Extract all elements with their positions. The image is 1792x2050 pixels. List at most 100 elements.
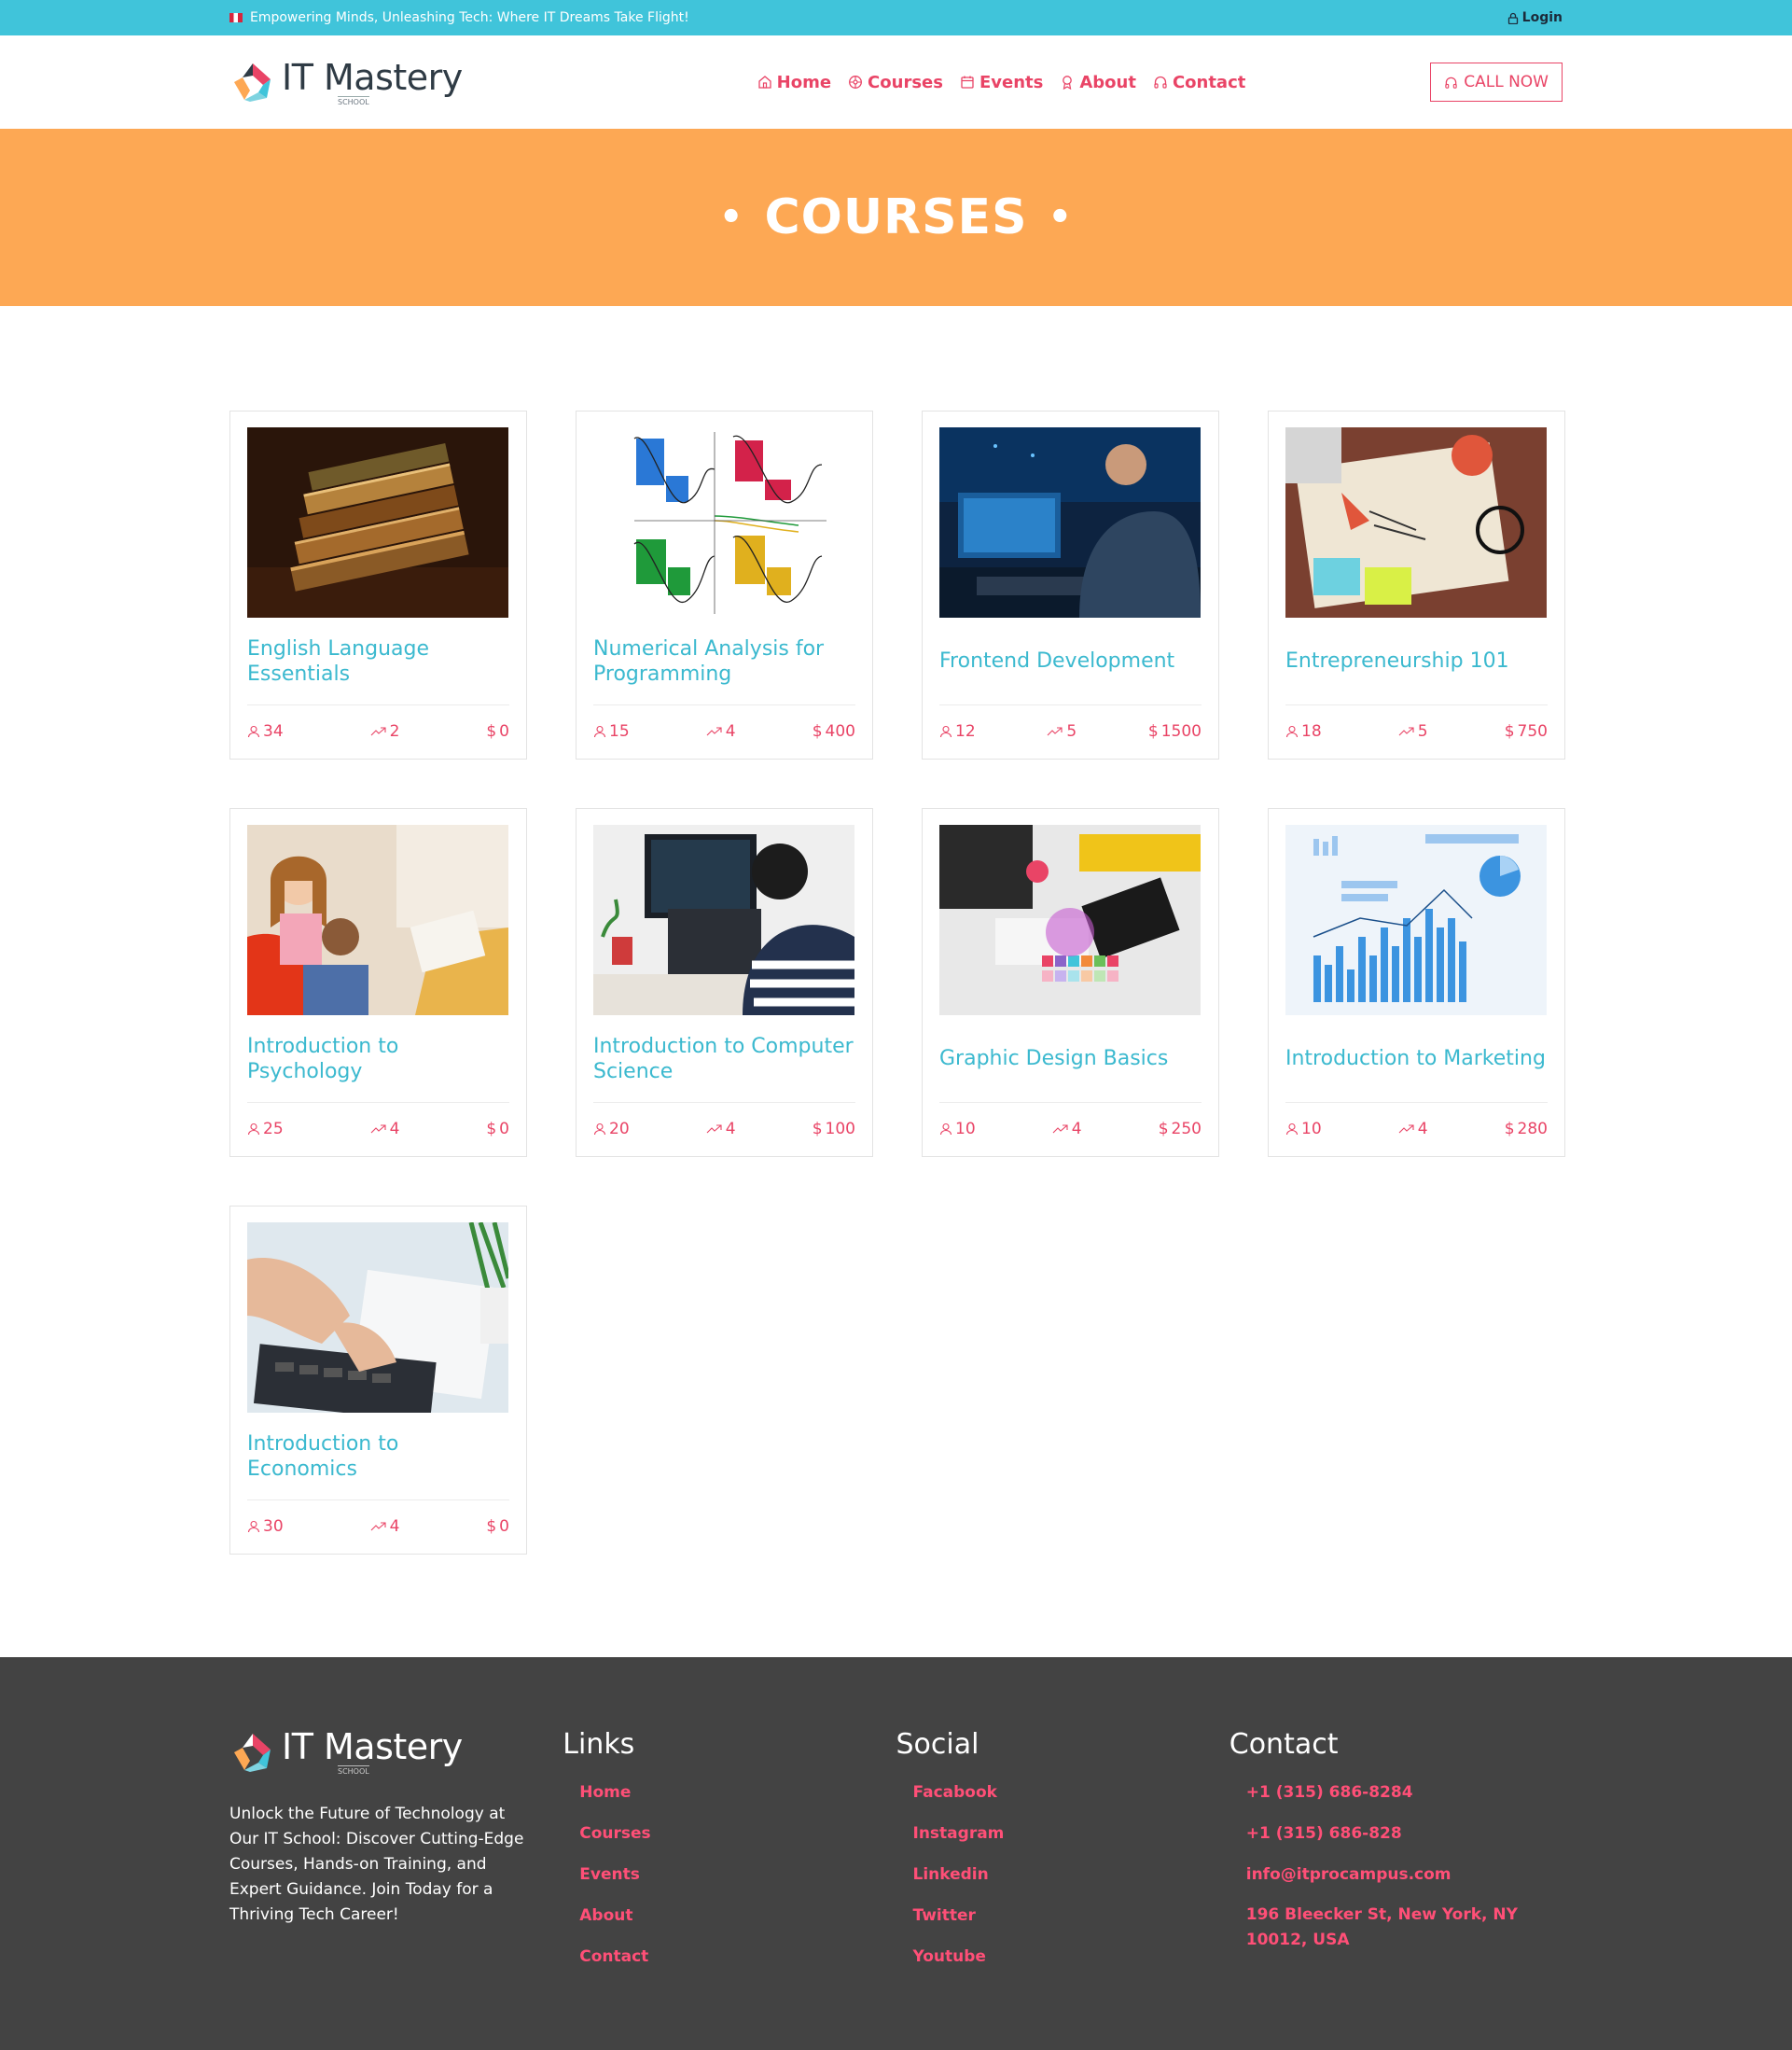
currency-symbol: $ — [1504, 1119, 1515, 1138]
nav-events-label: Events — [979, 72, 1044, 92]
lock-icon — [1507, 12, 1518, 24]
lessons-count: 4 — [1052, 1120, 1082, 1138]
course-image[interactable] — [247, 427, 508, 618]
trending-up-icon — [370, 1123, 386, 1133]
course-image[interactable] — [1285, 825, 1547, 1015]
login-link[interactable]: Login — [1507, 10, 1563, 25]
footer-contact-title: Contact — [1229, 1728, 1339, 1761]
nav-contact-label: Contact — [1172, 72, 1246, 92]
currency-symbol: $ — [812, 721, 823, 741]
nav-events[interactable]: Events — [960, 73, 1043, 92]
lessons-count: 4 — [1398, 1120, 1428, 1138]
contact-phone-1[interactable]: +1 (315) 686-8284 — [1246, 1772, 1563, 1813]
main-nav: Home Courses Events About Contact — [757, 73, 1245, 92]
footer-link-contact[interactable]: Contact — [579, 1936, 896, 1977]
nav-about[interactable]: About — [1060, 73, 1136, 92]
site-header: IT Mastery SCHOOL Home Courses Events Ab… — [0, 35, 1792, 129]
course-card[interactable]: Introduction to Economics 30 4 $0 — [229, 1206, 527, 1555]
course-card[interactable]: Frontend Development 12 5 $1500 — [922, 411, 1219, 760]
course-image[interactable] — [247, 1222, 508, 1413]
trending-up-icon — [1047, 726, 1063, 735]
logo-mark-icon — [234, 1733, 271, 1772]
course-title[interactable]: Introduction to Economics — [247, 1413, 509, 1500]
course-image[interactable] — [939, 427, 1201, 618]
contact-address: 196 Bleecker St, New York, NY 10012, USA — [1245, 1905, 1518, 1949]
footer-link-courses[interactable]: Courses — [579, 1813, 896, 1854]
nav-home[interactable]: Home — [757, 73, 831, 92]
footer-link-about[interactable]: About — [579, 1895, 896, 1936]
user-icon — [247, 1520, 260, 1532]
lessons-count: 4 — [370, 1517, 399, 1536]
course-card[interactable]: Numerical Analysis for Programming 15 4 … — [576, 411, 873, 760]
brand-name: IT Mastery — [282, 1726, 463, 1767]
user-icon — [247, 1123, 260, 1135]
lessons-count: 4 — [706, 722, 736, 741]
footer-logo[interactable]: IT Mastery SCHOOL — [229, 1728, 563, 1776]
hero-dot-left: • — [718, 196, 744, 239]
tagline: Empowering Minds, Unleashing Tech: Where… — [250, 10, 689, 25]
footer-description: Unlock the Future of Technology at Our I… — [229, 1805, 524, 1924]
course-price: $400 — [812, 721, 855, 741]
course-image[interactable] — [247, 825, 508, 1015]
social-link-instagram[interactable]: Instagram — [913, 1813, 1229, 1854]
trending-up-icon — [1052, 1123, 1068, 1133]
students-count: 34 — [247, 722, 284, 741]
lessons-count: 4 — [370, 1120, 399, 1138]
nav-home-label: Home — [776, 72, 832, 92]
course-image[interactable] — [1285, 427, 1547, 618]
course-title[interactable]: Introduction to Computer Science — [593, 1015, 855, 1103]
nav-contact[interactable]: Contact — [1153, 73, 1245, 92]
social-link-twitter[interactable]: Twitter — [913, 1895, 1229, 1936]
course-card[interactable]: Introduction to Psychology 25 4 $0 — [229, 808, 527, 1157]
course-title[interactable]: Introduction to Marketing — [1285, 1015, 1548, 1103]
footer-link-events[interactable]: Events — [579, 1854, 896, 1895]
contact-phone-2[interactable]: +1 (315) 686-828 — [1246, 1813, 1563, 1854]
user-icon — [593, 1123, 606, 1135]
course-title[interactable]: Numerical Analysis for Programming — [593, 618, 855, 705]
course-image[interactable] — [939, 825, 1201, 1015]
footer-contact: Contact +1 (315) 686-8284 +1 (315) 686-8… — [1229, 1728, 1563, 2050]
course-card[interactable]: English Language Essentials 34 2 $0 — [229, 411, 527, 760]
course-title[interactable]: English Language Essentials — [247, 618, 509, 705]
brand-sub: SCHOOL — [338, 1765, 369, 1776]
course-title[interactable]: Entrepreneurship 101 — [1285, 618, 1548, 705]
course-meta: 34 2 $0 — [247, 705, 509, 757]
students-count: 30 — [247, 1517, 284, 1536]
course-card[interactable]: Introduction to Computer Science 20 4 $1… — [576, 808, 873, 1157]
currency-symbol: $ — [486, 1516, 497, 1536]
course-meta: 15 4 $400 — [593, 705, 855, 757]
call-now-button[interactable]: CALL NOW — [1430, 63, 1563, 102]
course-title[interactable]: Graphic Design Basics — [939, 1015, 1202, 1103]
students-count: 10 — [1285, 1120, 1322, 1138]
social-link-facebook[interactable]: Facabook — [913, 1772, 1229, 1813]
course-image[interactable] — [593, 427, 854, 618]
brand-text: IT Mastery SCHOOL — [282, 59, 463, 106]
course-price: $0 — [486, 1119, 509, 1138]
footer-social-title: Social — [896, 1728, 979, 1761]
course-image[interactable] — [593, 825, 854, 1015]
course-meta: 20 4 $100 — [593, 1103, 855, 1154]
students-count: 18 — [1285, 722, 1322, 741]
course-meta: 25 4 $0 — [247, 1103, 509, 1154]
footer-about: IT Mastery SCHOOL Unlock the Future of T… — [229, 1728, 563, 2050]
course-card[interactable]: Entrepreneurship 101 18 5 $750 — [1268, 411, 1565, 760]
course-meta: 10 4 $280 — [1285, 1103, 1548, 1154]
course-card[interactable]: Introduction to Marketing 10 4 $280 — [1268, 808, 1565, 1157]
nav-courses[interactable]: Courses — [848, 73, 943, 92]
contact-email[interactable]: info@itprocampus.com — [1246, 1854, 1563, 1895]
user-icon — [939, 725, 952, 737]
brand-logo[interactable]: IT Mastery SCHOOL — [229, 59, 463, 106]
footer-link-home[interactable]: Home — [579, 1772, 896, 1813]
social-link-youtube[interactable]: Youtube — [913, 1936, 1229, 1977]
course-title[interactable]: Frontend Development — [939, 618, 1202, 705]
social-link-linkedin[interactable]: Linkedin — [913, 1854, 1229, 1895]
home-icon — [757, 76, 771, 89]
currency-symbol: $ — [1147, 721, 1159, 741]
course-price: $750 — [1504, 721, 1548, 741]
course-card[interactable]: Graphic Design Basics 10 4 $250 — [922, 808, 1219, 1157]
course-title[interactable]: Introduction to Psychology — [247, 1015, 509, 1103]
currency-symbol: $ — [486, 1119, 497, 1138]
page-hero: • COURSES • — [0, 129, 1792, 306]
brand-text: IT Mastery SCHOOL — [282, 1728, 463, 1776]
lessons-count: 5 — [1047, 722, 1077, 741]
